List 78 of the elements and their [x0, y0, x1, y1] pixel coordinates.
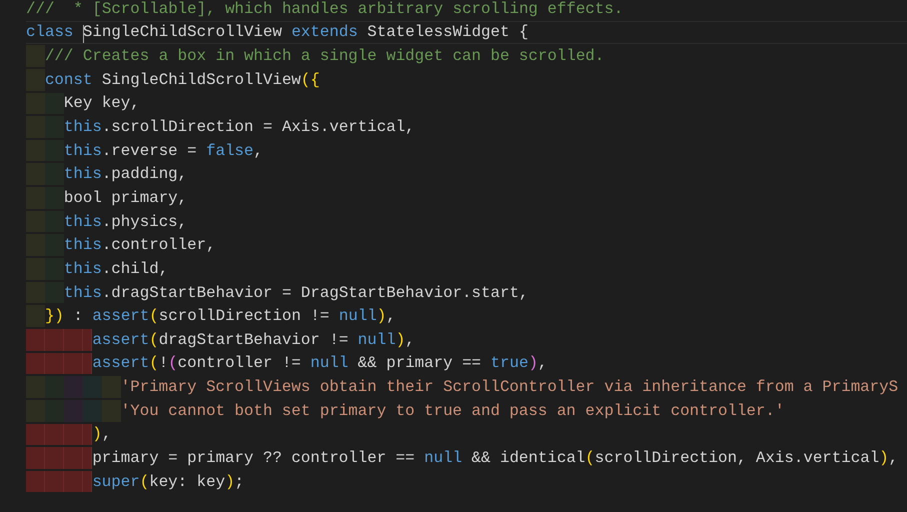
code-token: ): [225, 472, 235, 491]
code-token: .dragStartBehavior = DragStartBehavior.start,: [102, 284, 528, 302]
indent-error-guide: [26, 447, 45, 469]
code-token: false: [206, 142, 254, 160]
code-token: null: [310, 354, 348, 372]
code-token: assert: [92, 354, 150, 372]
code-token: ,: [386, 307, 396, 326]
code-token: 'You cannot both set primary to true and pass an explicit controller.': [120, 402, 784, 420]
indent-error-guide: [44, 447, 64, 469]
code-token: this: [64, 236, 102, 254]
code-token: .child,: [102, 260, 168, 278]
code-token: this: [64, 284, 102, 302]
code-token: dragStartBehavior !=: [158, 330, 350, 349]
code-token: key: key: [149, 472, 226, 491]
code-token: this: [64, 212, 102, 231]
code-token: /// Creates a box in which a single widget can be scrolled.: [44, 47, 604, 66]
code-token: 'Primary ScrollViews obtain their ScrollController via inheritance from a PrimaryS: [120, 378, 898, 396]
code-token: .scrollDirection = Axis.vertical,: [102, 118, 415, 136]
code-token: SingleChildScrollView: [100, 70, 301, 89]
text-cursor: [82, 25, 84, 44]
code-token: bool primary,: [64, 188, 188, 207]
code-token: assert: [92, 330, 150, 349]
code-token: ({: [300, 70, 320, 89]
indent-error-guide: [44, 424, 64, 446]
code-token: true: [490, 354, 528, 372]
code-token: !: [158, 354, 168, 372]
code-token: (: [149, 354, 159, 372]
code-token: extends: [291, 23, 358, 42]
code-token: scrollDirection !=: [158, 307, 330, 326]
code-token: SingleChildScrollView: [82, 23, 283, 42]
indent-error-guide: [26, 424, 45, 446]
code-token: assert: [92, 307, 150, 326]
code-token: ): [396, 330, 406, 349]
code-token: null: [358, 330, 396, 349]
indent-error-guide: [44, 470, 64, 492]
code-token: class: [26, 23, 74, 42]
code-token: ,: [254, 142, 263, 160]
code-token: primary = primary ?? controller ==: [92, 448, 416, 467]
code-token: this: [64, 118, 102, 136]
code-token: (: [149, 330, 159, 349]
indent-error-guide: [44, 328, 64, 351]
indent-error-guide: [26, 470, 45, 492]
code-token: /// * [Scrollable], which handles arbitrary scrolling effects.: [26, 0, 624, 18]
code-token: this: [64, 260, 102, 278]
code-token: const: [44, 70, 92, 89]
code-token: ,: [888, 448, 898, 467]
code-token: null: [424, 448, 462, 467]
code-token: .controller,: [102, 236, 216, 254]
code-token: && primary ==: [356, 354, 482, 372]
code-token: ;: [234, 472, 244, 491]
code-token: scrollDirection, Axis.vertical: [594, 448, 880, 467]
code-token: null: [338, 307, 377, 326]
code-token: this: [64, 142, 102, 160]
code-token: ,: [405, 330, 415, 349]
code-token: controller !=: [178, 354, 302, 372]
code-token: .padding,: [102, 165, 188, 184]
code-token: (: [140, 472, 150, 491]
indent-error-guide: [26, 352, 45, 374]
code-token: ,: [102, 425, 112, 444]
code-token: ,: [538, 354, 548, 372]
code-token: (: [149, 307, 159, 326]
code-token: }): [44, 307, 64, 326]
code-token: (: [168, 354, 178, 372]
code-token: (: [585, 448, 595, 467]
indent-error-guide: [26, 328, 45, 351]
code-token: :: [72, 307, 84, 326]
code-token: ): [92, 425, 102, 444]
code-token: ): [376, 307, 386, 326]
code-token: .reverse =: [102, 142, 198, 160]
code-token: ): [879, 448, 889, 467]
code-token: this: [64, 165, 102, 184]
code-token: super: [92, 472, 140, 491]
code-token: && identical: [470, 448, 586, 467]
code-token: .physics,: [102, 212, 188, 231]
code-token: Key key,: [64, 94, 140, 112]
code-token: ): [528, 354, 538, 372]
code-token: StatelessWidget {: [366, 23, 528, 42]
indent-error-guide: [44, 352, 64, 374]
